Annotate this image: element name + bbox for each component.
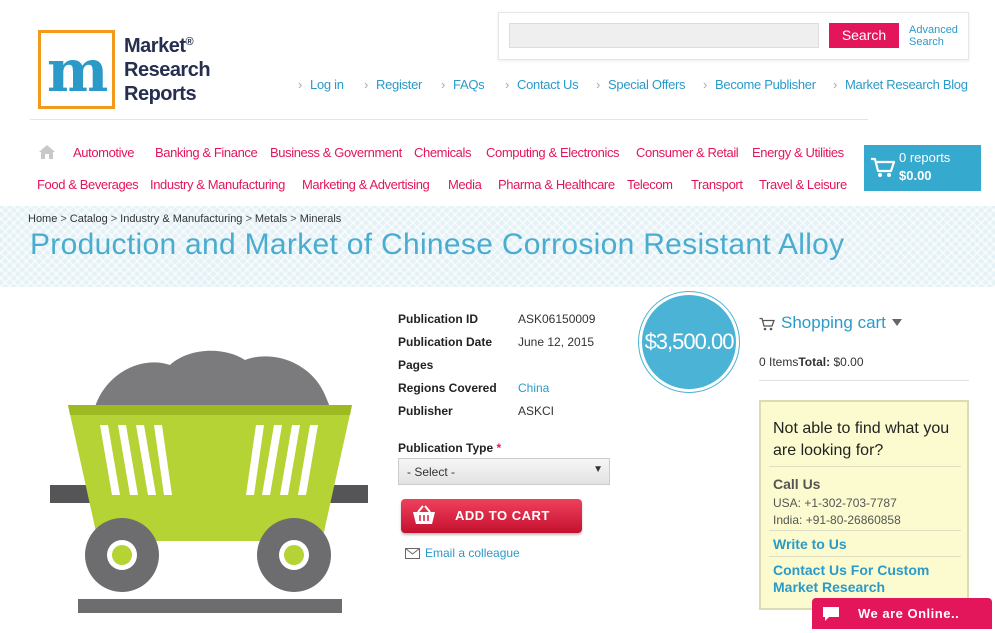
live-chat-label: We are Online.. (858, 606, 960, 621)
logo-letter: m (47, 37, 109, 105)
nav-transport[interactable]: Transport (691, 177, 743, 192)
detail-publication-date: Publication Date June 12, 2015 (398, 335, 638, 353)
chat-bubble-icon (823, 607, 839, 621)
add-to-cart-button[interactable]: ADD TO CART (401, 499, 582, 533)
custom-research-link[interactable]: Contact Us For Custom Market Research (773, 562, 963, 596)
price-badge: $3,500.00 (639, 292, 739, 392)
help-divider (769, 530, 961, 531)
write-to-us-link[interactable]: Write to Us (773, 536, 847, 553)
basket-icon (413, 505, 435, 524)
india-phone: India: +91-80-26860858 (773, 513, 901, 527)
nav-telecom[interactable]: Telecom (627, 177, 673, 192)
nav-chemicals[interactable]: Chemicals (414, 145, 471, 160)
publication-type-select[interactable]: - Select - ▼ (398, 458, 610, 485)
help-divider (769, 466, 961, 467)
nav-automotive[interactable]: Automotive (73, 145, 134, 160)
help-question: Not able to find what you are looking fo… (773, 420, 950, 459)
detail-label: Pages (398, 358, 434, 372)
publication-type-text: Publication Type (398, 441, 494, 455)
select-value: - Select - (407, 465, 456, 479)
special-offers-link[interactable]: Special Offers (596, 77, 686, 92)
nav-industry-manufacturing[interactable]: Industry & Manufacturing (150, 177, 285, 192)
breadcrumb-industry[interactable]: Industry & Manufacturing (120, 213, 242, 225)
logo-mark: m (38, 30, 115, 109)
cart-total-label: Total: (798, 355, 831, 369)
publication-type-label: Publication Type * (398, 441, 501, 455)
logo-text: Market® Research Reports (124, 34, 211, 106)
nav-business-government[interactable]: Business & Government (270, 145, 402, 160)
detail-publication-id: Publication ID ASK06150009 (398, 312, 638, 330)
search-panel: Search Advanced Search (498, 12, 969, 60)
logo-line1: Market (124, 35, 186, 57)
advanced-search-link[interactable]: Advanced Search (909, 24, 958, 48)
logo-line2: Research (124, 59, 211, 81)
product-image (50, 350, 368, 613)
nav-banking-finance[interactable]: Banking & Finance (155, 145, 258, 160)
nav-marketing-advertising[interactable]: Marketing & Advertising (302, 177, 430, 192)
page-title: Production and Market of Chinese Corrosi… (30, 228, 845, 261)
search-button[interactable]: Search (829, 23, 899, 48)
cart-items-count: 0 Items (759, 355, 799, 369)
market-research-blog-link[interactable]: Market Research Blog (833, 77, 968, 92)
help-divider (769, 556, 961, 557)
envelope-icon (405, 548, 420, 559)
nav-pharma-healthcare[interactable]: Pharma & Healthcare (498, 177, 615, 192)
register-link[interactable]: Register (364, 77, 422, 92)
nav-energy-utilities[interactable]: Energy & Utilities (752, 145, 844, 160)
nav-travel-leisure[interactable]: Travel & Leisure (759, 177, 847, 192)
logo-line3: Reports (124, 83, 197, 105)
detail-pages: Pages (398, 358, 638, 376)
cart-total-value: $0.00 (830, 355, 864, 369)
cart-icon (871, 157, 896, 177)
cart-total: $0.00 (899, 168, 932, 183)
shopping-cart-title: Shopping cart (781, 313, 886, 332)
detail-regions: Regions Covered China (398, 381, 638, 399)
header-cart-button[interactable]: 0 reports $0.00 (864, 145, 981, 191)
faqs-link[interactable]: FAQs (441, 77, 485, 92)
sidebar-divider (759, 380, 969, 381)
site-logo[interactable]: m Market® Research Reports (38, 30, 218, 110)
chevron-down-icon (892, 319, 902, 326)
breadcrumb-minerals[interactable]: Minerals (300, 213, 342, 225)
nav-computing-electronics[interactable]: Computing & Electronics (486, 145, 620, 160)
region-link[interactable]: China (518, 381, 549, 395)
detail-value: ASKCI (518, 404, 555, 418)
home-icon[interactable] (38, 144, 56, 160)
search-input[interactable] (509, 23, 819, 48)
call-us-heading: Call Us (773, 476, 821, 492)
breadcrumb-home[interactable]: Home (28, 213, 57, 225)
breadcrumb-catalog[interactable]: Catalog (70, 213, 108, 225)
login-link[interactable]: Log in (298, 77, 344, 92)
add-to-cart-label: ADD TO CART (455, 508, 550, 523)
detail-publisher: Publisher ASKCI (398, 404, 638, 422)
advanced-search-line1: Advanced (909, 24, 958, 36)
contact-us-link[interactable]: Contact Us (505, 77, 579, 92)
nav-food-beverages[interactable]: Food & Beverages (37, 177, 139, 192)
detail-value: ASK06150009 (518, 312, 596, 326)
detail-label: Publication ID (398, 312, 479, 326)
live-chat-button[interactable]: We are Online.. (812, 598, 992, 629)
nav-media[interactable]: Media (448, 177, 482, 192)
usa-phone: USA: +1-302-703-7787 (773, 496, 897, 510)
title-banner: Home > Catalog > Industry & Manufacturing > Me… (0, 206, 995, 287)
become-publisher-link[interactable]: Become Publisher (703, 77, 816, 92)
email-colleague-label: Email a colleague (425, 546, 520, 560)
required-marker: * (496, 441, 502, 455)
shopping-cart-summary: 0 ItemsTotal: $0.00 (759, 355, 864, 369)
advanced-search-line2: Search (909, 36, 944, 48)
breadcrumb: Home > Catalog > Industry & Manufacturing > Me… (28, 213, 342, 225)
cart-icon (759, 317, 775, 331)
detail-label: Publisher (398, 404, 453, 418)
cart-count: 0 reports (899, 150, 951, 165)
breadcrumb-metals[interactable]: Metals (255, 213, 287, 225)
logo-reg: ® (185, 36, 194, 48)
help-box: Not able to find what you are looking fo… (759, 400, 969, 610)
select-arrow-icon: ▼ (593, 464, 603, 475)
detail-value: June 12, 2015 (518, 335, 595, 349)
detail-label: Regions Covered (398, 381, 497, 395)
nav-consumer-retail[interactable]: Consumer & Retail (636, 145, 739, 160)
header-divider (30, 119, 868, 120)
detail-label: Publication Date (398, 335, 493, 349)
